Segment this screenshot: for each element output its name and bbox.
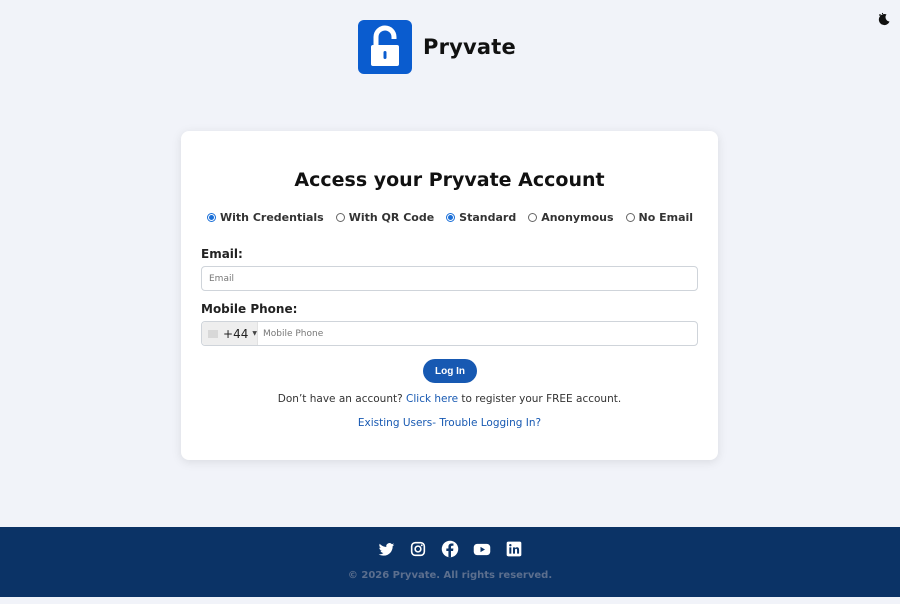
mobile-phone-label: Mobile Phone:	[201, 302, 298, 316]
radio-standard[interactable]: Standard	[446, 211, 516, 224]
brand-name: Pryvate	[423, 35, 516, 59]
chevron-down-icon: ▼	[252, 330, 257, 337]
radio-label: Anonymous	[541, 211, 614, 224]
moon-icon[interactable]	[877, 11, 891, 26]
linkedin-icon[interactable]	[505, 540, 523, 558]
youtube-icon[interactable]	[473, 540, 491, 558]
radio-label: No Email	[638, 211, 694, 224]
radio-no-email[interactable]: No Email	[625, 211, 694, 224]
login-mode-options: With Credentials With QR Code Standard A…	[207, 211, 705, 224]
country-code: +44	[223, 326, 249, 341]
radio-button[interactable]	[335, 213, 345, 222]
radio-button[interactable]	[528, 213, 538, 222]
radio-label: With QR Code	[348, 211, 435, 224]
radio-with-credentials[interactable]: With Credentials	[207, 211, 324, 224]
page-title: Access your Pryvate Account	[294, 169, 605, 191]
signup-text: Don’t have an account? Click here to reg…	[181, 393, 718, 405]
radio-label: With Credentials	[220, 211, 324, 224]
social-links	[0, 540, 900, 558]
email-field[interactable]: Email	[201, 266, 698, 291]
twitter-icon[interactable]	[377, 540, 395, 558]
register-link[interactable]: Click here	[406, 393, 458, 405]
mobile-phone-field[interactable]: +44 ▼ Mobile Phone	[201, 321, 698, 346]
facebook-icon[interactable]	[441, 540, 459, 558]
instagram-icon[interactable]	[409, 540, 427, 558]
email-placeholder: Email	[209, 273, 234, 284]
mobile-phone-placeholder: Mobile Phone	[263, 328, 324, 339]
signup-suffix: to register your FREE account.	[461, 393, 622, 405]
radio-anonymous[interactable]: Anonymous	[528, 211, 614, 224]
radio-button[interactable]	[207, 213, 216, 222]
radio-button[interactable]	[625, 213, 635, 222]
padlock-open-icon	[358, 20, 412, 74]
signup-prefix: Don’t have an account?	[277, 393, 403, 405]
radio-button[interactable]	[446, 213, 456, 222]
country-code-select[interactable]: +44 ▼	[202, 322, 258, 345]
flag-icon	[208, 329, 219, 338]
copyright-text: © 2026 Pryvate. All rights reserved.	[347, 570, 553, 581]
footer: © 2026 Pryvate. All rights reserved.	[0, 527, 900, 597]
login-button[interactable]: Log In	[423, 359, 477, 383]
radio-with-qr-code[interactable]: With QR Code	[335, 211, 435, 224]
radio-label: Standard	[459, 211, 517, 224]
email-label: Email:	[201, 247, 243, 261]
page-bottom-strip	[0, 597, 900, 604]
brand[interactable]: Pryvate	[358, 20, 516, 74]
login-card: Access your Pryvate Account With Credent…	[181, 131, 718, 460]
trouble-logging-in-link[interactable]: Existing Users- Trouble Logging In?	[358, 417, 541, 429]
